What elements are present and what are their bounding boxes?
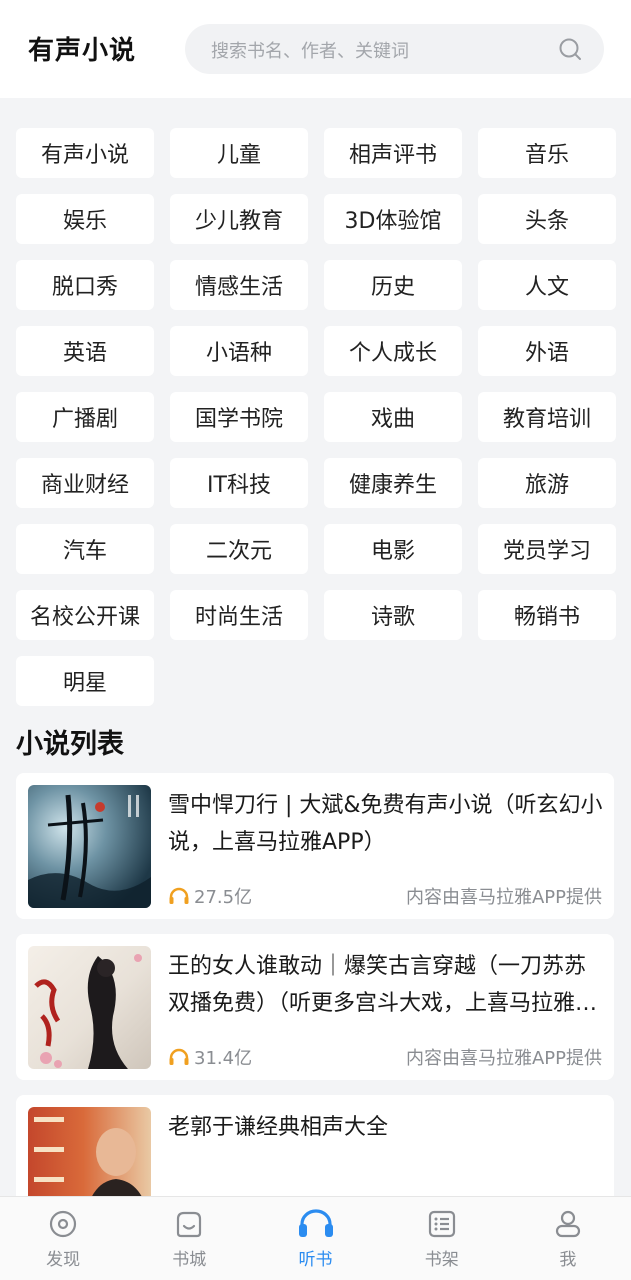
category-item[interactable]: 个人成长	[324, 326, 462, 376]
category-item[interactable]: 汽车	[16, 524, 154, 574]
category-item[interactable]: 头条	[478, 194, 616, 244]
category-item[interactable]: 党员学习	[478, 524, 616, 574]
category-item[interactable]: 历史	[324, 260, 462, 310]
profile-icon	[555, 1210, 581, 1238]
tab-label: 书架	[424, 1250, 459, 1270]
play-count-value: 27.5亿	[194, 887, 253, 908]
category-item[interactable]: IT科技	[170, 458, 308, 508]
tab-label: 发现	[46, 1250, 81, 1270]
section-title: 小说列表	[16, 729, 124, 760]
category-item[interactable]: 少儿教育	[170, 194, 308, 244]
category-item[interactable]: 娱乐	[16, 194, 154, 244]
play-count: 31.4亿	[168, 1044, 252, 1070]
category-item[interactable]: 音乐	[478, 128, 616, 178]
bookshelf-icon	[428, 1210, 455, 1238]
category-item[interactable]: 外语	[478, 326, 616, 376]
category-item[interactable]: 畅销书	[478, 590, 616, 640]
tab-listen[interactable]: 听书	[252, 1197, 378, 1280]
category-item[interactable]: 英语	[16, 326, 154, 376]
content-source: 内容由喜马拉雅APP提供	[405, 887, 602, 908]
category-item[interactable]: 时尚生活	[170, 590, 308, 640]
tab-discover[interactable]: 发现	[0, 1197, 126, 1280]
tab-me[interactable]: 我	[505, 1197, 631, 1280]
category-item[interactable]: 戏曲	[324, 392, 462, 442]
discover-icon	[49, 1210, 77, 1238]
novel-title[interactable]: 老郭于谦经典相声大全	[168, 1109, 604, 1146]
category-grid: 有声小说 儿童 相声评书 音乐 娱乐 少儿教育 3D体验馆 头条 脱口秀 情感生…	[16, 128, 616, 706]
cover-art	[34, 954, 142, 1069]
category-item[interactable]: 旅游	[478, 458, 616, 508]
category-item[interactable]: 广播剧	[16, 392, 154, 442]
tab-label: 听书	[298, 1250, 333, 1270]
category-item[interactable]: 教育培训	[478, 392, 616, 442]
category-item[interactable]: 相声评书	[324, 128, 462, 178]
category-item[interactable]: 儿童	[170, 128, 308, 178]
page-title: 有声小说	[28, 36, 137, 66]
tab-label: 书城	[172, 1250, 207, 1270]
search-placeholder: 搜索书名、作者、关键词	[211, 41, 409, 62]
category-item[interactable]: 3D体验馆	[324, 194, 462, 244]
tab-bookshelf[interactable]: 书架	[379, 1197, 505, 1280]
category-item[interactable]: 电影	[324, 524, 462, 574]
category-item[interactable]: 有声小说	[16, 128, 154, 178]
play-count-value: 31.4亿	[194, 1048, 253, 1069]
category-item[interactable]: 人文	[478, 260, 616, 310]
search-input[interactable]: 搜索书名、作者、关键词	[185, 24, 604, 74]
bottom-tab-bar: 发现 书城 听书 书架 我	[0, 1196, 631, 1280]
category-item[interactable]: 国学书院	[170, 392, 308, 442]
novel-card[interactable]: 雪中悍刀行 | 大斌&免费有声小说（听玄幻小说，上喜马拉雅APP） 27.5亿 …	[16, 773, 614, 919]
novel-card[interactable]: 王的女人谁敢动｜爆笑古言穿越（一刀苏苏双播免费）（听更多宫斗大戏，上喜马拉雅AP…	[16, 934, 614, 1080]
play-count: 27.5亿	[168, 883, 252, 909]
book-cover	[28, 946, 151, 1069]
search-icon[interactable]	[558, 37, 582, 61]
novel-title[interactable]: 王的女人谁敢动｜爆笑古言穿越（一刀苏苏双播免费）（听更多宫斗大戏，上喜马拉雅AP…	[168, 948, 604, 1022]
category-item[interactable]: 名校公开课	[16, 590, 154, 640]
content-source: 内容由喜马拉雅APP提供	[405, 1048, 602, 1069]
category-item[interactable]: 二次元	[170, 524, 308, 574]
category-item[interactable]: 健康养生	[324, 458, 462, 508]
headphones-icon	[169, 887, 189, 904]
book-cover	[28, 785, 151, 908]
top-header: 有声小说 搜索书名、作者、关键词	[0, 0, 631, 98]
headphones-icon	[169, 1048, 189, 1065]
category-item[interactable]: 明星	[16, 656, 154, 706]
category-item[interactable]: 小语种	[170, 326, 308, 376]
headphones-icon	[298, 1209, 333, 1237]
category-item[interactable]: 脱口秀	[16, 260, 154, 310]
category-item[interactable]: 情感生活	[170, 260, 308, 310]
cover-art	[28, 794, 151, 908]
category-item[interactable]: 诗歌	[324, 590, 462, 640]
tab-label: 我	[559, 1250, 577, 1270]
category-item[interactable]: 商业财经	[16, 458, 154, 508]
bookstore-icon	[177, 1211, 202, 1238]
tab-bookstore[interactable]: 书城	[126, 1197, 252, 1280]
novel-title[interactable]: 雪中悍刀行 | 大斌&免费有声小说（听玄幻小说，上喜马拉雅APP）	[168, 787, 604, 861]
